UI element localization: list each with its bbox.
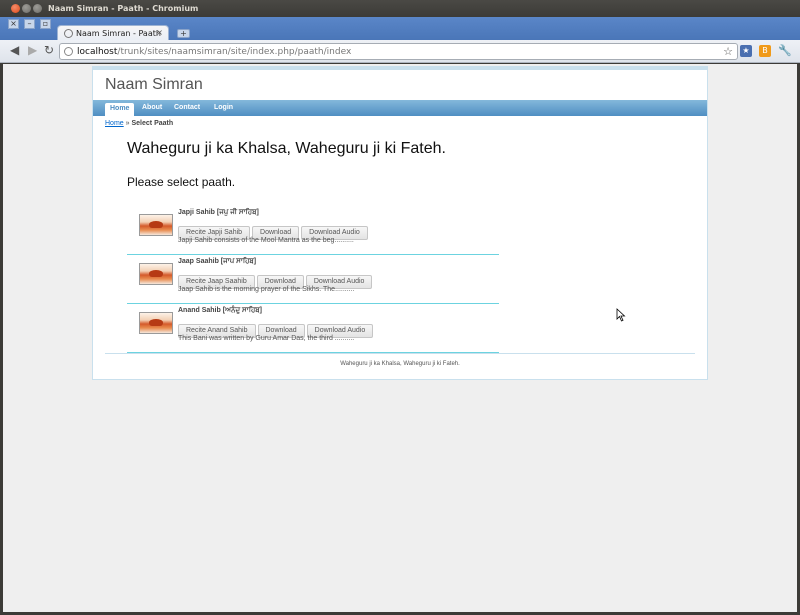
wrench-icon[interactable]: 🔧 [778,45,792,57]
paath-description: Japji Sahib consists of the Mool Mantra … [178,237,354,244]
breadcrumb: Home » Select Paath [105,120,173,127]
paath-title: Jaap Saahib [ਜਾਪ ਸਾਹਿਬ] [178,258,257,265]
page-heading: Waheguru ji ka Khalsa, Waheguru ji ki Fa… [127,140,446,157]
page-footer: Waheguru ji ka Khalsa, Waheguru ji ki Fa… [105,353,695,367]
favicon-icon [64,29,73,38]
browser-tab[interactable]: Naam Simran - Paath × [57,25,169,41]
window-title: Naam Simran - Paath - Chromium [48,4,199,13]
tab-close-icon[interactable]: × [156,28,163,37]
menu-item-about[interactable]: About [137,102,167,114]
site-title: Naam Simran [105,76,203,93]
paath-description: Jaap Sahib is the morning prayer of the … [178,286,355,293]
menu-item-home[interactable]: Home [105,103,135,116]
breadcrumb-current: Select Paath [131,120,174,127]
window-minimize-icon[interactable] [22,4,31,13]
paath-title: Anand Sahib [ਅਨੰਦੁ ਸਾਹਿਬ] [178,307,262,314]
paath-item: Anand Sahib [ਅਨੰਦੁ ਸਾਹਿਬ] Recite Anand S… [127,304,499,353]
browser-toolbar: ◀ ▶ ↻ localhost/trunk/sites/naamsimran/s… [0,40,800,63]
window-maximize-icon[interactable] [33,4,42,13]
paath-actions: Recite Japji Sahib Download Download Audio [178,219,370,240]
back-icon[interactable]: ◀ [10,44,19,57]
address-bar[interactable]: localhost/trunk/sites/naamsimran/site/in… [59,43,738,60]
menu-item-login[interactable]: Login [209,102,238,114]
paath-thumbnail [139,312,173,334]
bookmark-star-icon[interactable]: ☆ [723,45,733,58]
main-menu: Home About Contact Login [93,100,707,116]
window-close-icon[interactable] [11,4,20,13]
minimize-icon[interactable]: – [24,19,35,29]
breadcrumb-separator: » [125,120,130,127]
menu-item-contact[interactable]: Contact [169,102,205,114]
page-top-border [93,67,707,70]
paath-actions: Recite Jaap Saahib Download Download Audio [178,268,374,289]
paath-thumbnail [139,214,173,236]
paath-item: Japji Sahib [ਜਪੁ ਜੀ ਸਾਹਿਬ] Recite Japji … [127,206,499,255]
paath-item: Jaap Saahib [ਜਾਪ ਸਾਹਿਬ] Recite Jaap Saah… [127,255,499,304]
paath-thumbnail [139,263,173,285]
reload-icon[interactable]: ↻ [44,44,54,57]
paath-list: Japji Sahib [ਜਪੁ ਜੀ ਸਾਹਿਬ] Recite Japji … [127,206,499,353]
restore-icon[interactable]: ▫ [40,19,51,29]
paath-description: This Bani was written by Guru Amar Das, … [178,335,355,342]
blogger-icon[interactable]: B [759,45,771,57]
new-tab-button[interactable]: + [177,29,190,38]
tab-strip: × – ▫ Naam Simran - Paath × + [0,17,800,41]
globe-icon [64,47,73,56]
page-subheading: Please select paath. [127,175,236,189]
tab-label: Naam Simran - Paath [76,29,161,38]
close-all-icon[interactable]: × [8,19,19,29]
page-viewport: Naam Simran Home About Contact Login Hom… [3,64,797,612]
mouse-cursor-icon [616,308,626,322]
bookmark-manager-icon[interactable]: ★ [740,45,752,57]
forward-icon[interactable]: ▶ [28,44,37,57]
url-text: localhost/trunk/sites/naamsimran/site/in… [77,47,352,57]
breadcrumb-home-link[interactable]: Home [105,120,124,127]
paath-title: Japji Sahib [ਜਪੁ ਜੀ ਸਾਹਿਬ] [178,209,259,216]
window-titlebar: Naam Simran - Paath - Chromium [0,0,800,17]
page-container: Naam Simran Home About Contact Login Hom… [92,66,708,380]
paath-actions: Recite Anand Sahib Download Download Audio [178,317,375,338]
